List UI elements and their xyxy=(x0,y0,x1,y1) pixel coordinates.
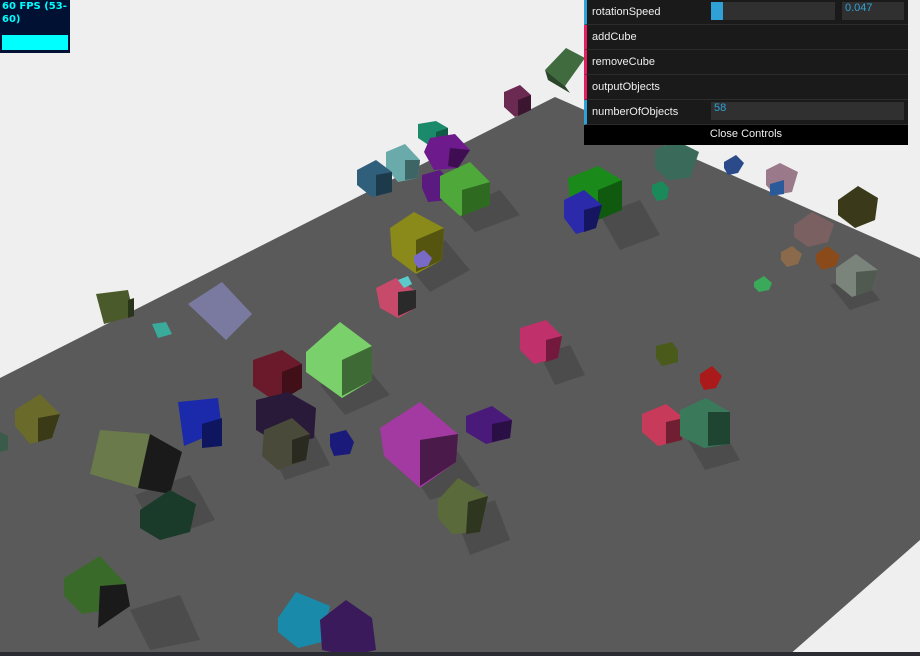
cube xyxy=(724,155,744,175)
add-cube-label: addCube xyxy=(592,31,637,43)
controls-panel: rotationSpeed 0.047 addCube removeCube o… xyxy=(584,0,908,145)
close-controls-button[interactable]: Close Controls xyxy=(584,125,908,145)
cube xyxy=(545,48,585,93)
cube xyxy=(766,163,798,196)
remove-cube-button[interactable]: removeCube xyxy=(584,50,908,75)
number-of-objects-label: numberOfObjects xyxy=(592,106,679,118)
fps-stats-panel[interactable]: 60 FPS (53-60) xyxy=(0,0,70,53)
number-of-objects-control: numberOfObjects 58 xyxy=(584,100,908,125)
rotation-speed-control[interactable]: rotationSpeed 0.047 xyxy=(584,0,908,25)
output-objects-button[interactable]: outputObjects xyxy=(584,75,908,100)
bottom-border xyxy=(0,652,920,656)
fps-label: 60 FPS (53-60) xyxy=(2,1,67,25)
remove-cube-label: removeCube xyxy=(592,56,655,68)
cube xyxy=(838,186,878,228)
rotation-speed-input[interactable]: 0.047 xyxy=(842,2,904,20)
number-of-objects-input[interactable]: 58 xyxy=(711,102,904,120)
fps-graph xyxy=(2,35,68,50)
output-objects-label: outputObjects xyxy=(592,81,660,93)
rotation-speed-label: rotationSpeed xyxy=(592,6,661,18)
rotation-speed-slider[interactable] xyxy=(711,2,835,20)
add-cube-button[interactable]: addCube xyxy=(584,25,908,50)
